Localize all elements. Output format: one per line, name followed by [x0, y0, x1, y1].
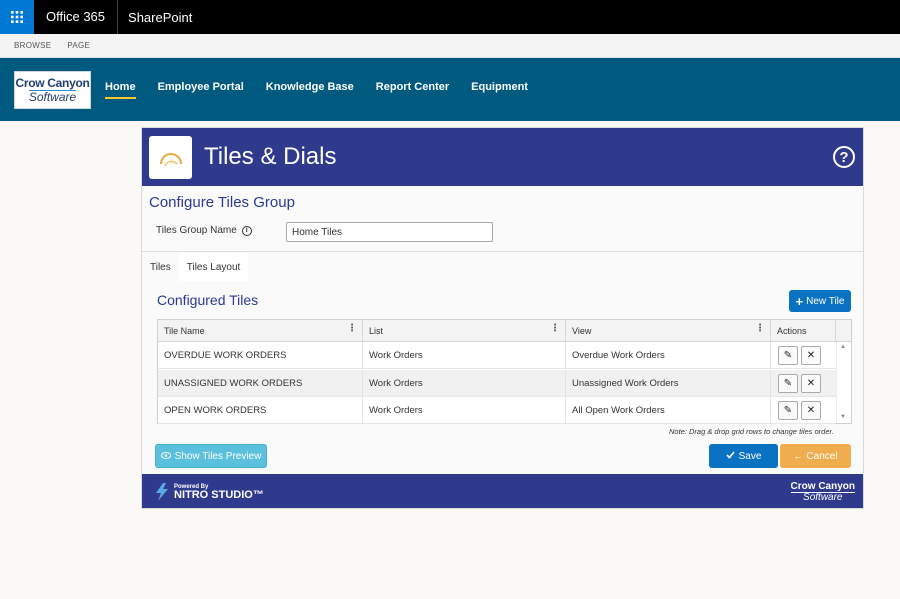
delete-icon[interactable]: ✕	[801, 374, 821, 393]
table-row[interactable]: OPEN WORK ORDERS Work Orders All Open Wo…	[158, 397, 836, 424]
new-tile-label: New Tile	[806, 295, 845, 307]
column-menu-icon[interactable]: ⋮	[347, 324, 357, 334]
scroll-up-icon[interactable]: ▲	[840, 344, 846, 350]
cell-tile-name: OPEN WORK ORDERS	[158, 397, 363, 424]
column-header-label: Actions	[777, 326, 807, 336]
show-tiles-preview-button[interactable]: Show Tiles Preview	[155, 444, 267, 468]
column-header-tile-name[interactable]: Tile Name ⋮	[158, 320, 363, 342]
group-name-label: Tiles Group Name i	[156, 225, 252, 236]
edit-icon[interactable]: ✎	[778, 374, 798, 393]
info-icon[interactable]: i	[241, 225, 252, 236]
footer-brand-line2: Software	[790, 492, 855, 503]
sharepoint-link[interactable]: SharePoint	[118, 10, 202, 25]
nav-link-employee-portal[interactable]: Employee Portal	[158, 81, 244, 99]
table-row[interactable]: UNASSIGNED WORK ORDERS Work Orders Unass…	[158, 370, 836, 397]
plus-icon: +	[795, 293, 804, 309]
delete-icon[interactable]: ✕	[801, 401, 821, 420]
footer-brand-logo: Crow Canyon Software	[790, 481, 855, 503]
office365-link[interactable]: Office 365	[34, 0, 119, 34]
grid-scrollbar[interactable]: ▲ ▼	[836, 342, 851, 423]
footer-brand-line1: Crow Canyon	[790, 481, 855, 492]
site-logo[interactable]: Crow Canyon Software	[14, 70, 91, 109]
divider	[142, 251, 863, 252]
cell-list: Work Orders	[363, 342, 566, 369]
nav-link-knowledge-base[interactable]: Knowledge Base	[266, 81, 354, 99]
preview-label: Show Tiles Preview	[174, 450, 262, 462]
waffle-icon[interactable]	[0, 0, 34, 34]
group-name-label-text: Tiles Group Name	[156, 225, 237, 236]
column-menu-icon[interactable]: ⋮	[755, 324, 765, 334]
logo-line1: Crow Canyon	[15, 75, 90, 90]
ribbon: BROWSE PAGE	[0, 34, 900, 58]
column-header-actions: Actions	[771, 320, 836, 342]
cell-list: Work Orders	[363, 397, 566, 424]
nitro-studio-text: NITRO STUDIO™	[174, 488, 264, 501]
nitro-bolt-icon	[156, 483, 168, 501]
nav-link-report-center[interactable]: Report Center	[376, 81, 449, 99]
app-footer: Powered By NITRO STUDIO™ Crow Canyon Sof…	[142, 474, 863, 508]
help-icon[interactable]: ?	[833, 146, 855, 168]
nav-link-home[interactable]: Home	[105, 81, 136, 99]
edit-icon[interactable]: ✎	[778, 346, 798, 365]
cancel-button[interactable]: ← Cancel	[780, 444, 851, 468]
column-header-label: Tile Name	[164, 326, 205, 336]
app-header: Tiles & Dials ?	[142, 128, 863, 186]
check-icon	[726, 450, 735, 462]
tiles-grid: Tile Name ⋮ List ⋮ View ⋮ Actions OVERDU…	[157, 319, 852, 424]
table-row[interactable]: OVERDUE WORK ORDERS Work Orders Overdue …	[158, 342, 836, 369]
cell-view: Unassigned Work Orders	[566, 370, 771, 397]
app-title: Tiles & Dials	[204, 143, 337, 170]
back-arrow-icon: ←	[793, 451, 803, 461]
cancel-label: Cancel	[806, 450, 838, 462]
cell-list: Work Orders	[363, 370, 566, 397]
group-name-input[interactable]	[286, 222, 493, 242]
logo-line2: Software	[28, 89, 77, 104]
cell-tile-name: OVERDUE WORK ORDERS	[158, 342, 363, 369]
column-header-list[interactable]: List ⋮	[363, 320, 566, 342]
nav-link-equipment[interactable]: Equipment	[471, 81, 528, 99]
new-tile-button[interactable]: + New Tile	[789, 290, 851, 312]
ribbon-tab-page[interactable]: PAGE	[67, 41, 90, 50]
suite-bar: Office 365 SharePoint	[0, 0, 900, 34]
cell-view: Overdue Work Orders	[566, 342, 771, 369]
column-header-view[interactable]: View ⋮	[566, 320, 771, 342]
delete-icon[interactable]: ✕	[801, 346, 821, 365]
tiles-dials-app: Tiles & Dials ? Configure Tiles Group Ti…	[141, 127, 864, 509]
edit-icon[interactable]: ✎	[778, 401, 798, 420]
tab-tiles-layout[interactable]: Tiles Layout	[178, 253, 249, 281]
grid-header: Tile Name ⋮ List ⋮ View ⋮ Actions	[158, 320, 851, 342]
eye-icon	[160, 451, 171, 462]
column-header-label: View	[572, 326, 592, 336]
cell-tile-name: UNASSIGNED WORK ORDERS	[158, 370, 363, 397]
scroll-down-icon[interactable]: ▼	[840, 414, 846, 420]
drag-drop-note: Note: Drag & drop grid rows to change ti…	[669, 427, 834, 436]
column-menu-icon[interactable]: ⋮	[550, 324, 560, 334]
configured-tiles-title: Configured Tiles	[157, 292, 259, 308]
section-title: Configure Tiles Group	[149, 194, 295, 211]
tabs: Tiles Tiles Layout	[142, 253, 249, 281]
nitro-studio-logo: Powered By NITRO STUDIO™	[154, 483, 264, 501]
save-button[interactable]: Save	[709, 444, 778, 468]
tiles-dials-logo-icon	[149, 135, 192, 179]
tab-tiles[interactable]: Tiles	[142, 253, 179, 281]
top-navigation: Crow Canyon Software Home Employee Porta…	[0, 58, 900, 121]
ribbon-tab-browse[interactable]: BROWSE	[14, 41, 51, 50]
save-label: Save	[738, 450, 762, 462]
cell-view: All Open Work Orders	[566, 397, 771, 424]
nav-links: Home Employee Portal Knowledge Base Repo…	[105, 81, 550, 99]
column-header-label: List	[369, 326, 384, 336]
